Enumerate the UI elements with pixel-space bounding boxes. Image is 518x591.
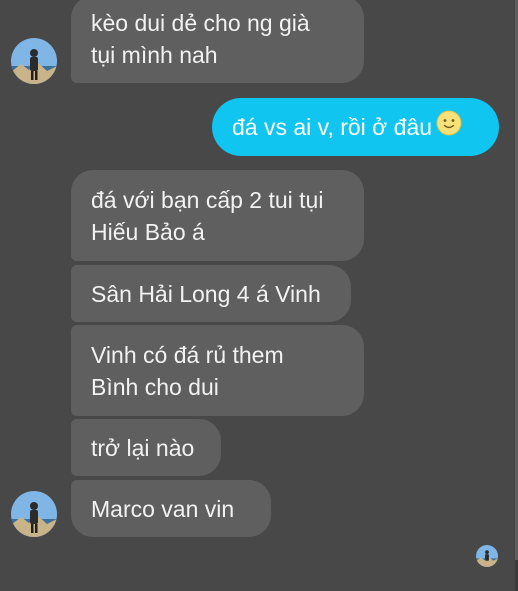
message-bubble-outgoing[interactable]: đá vs ai v, rồi ở đâu <box>212 98 499 156</box>
chat-conversation: kèo dui dẻ cho ng già tụi mình nah đá vs… <box>0 0 518 591</box>
message-text: Hiếu Bảo á <box>91 219 205 245</box>
message-text: Marco van vin <box>91 496 235 522</box>
message-bubble-incoming[interactable]: Sân Hải Long 4 á Vinh <box>71 265 351 322</box>
message-text: Vinh có đá rủ them <box>91 342 284 368</box>
message-text: Bình cho dui <box>91 374 219 400</box>
message-bubble-incoming[interactable]: Marco van vin <box>71 480 271 537</box>
contact-avatar-icon[interactable] <box>11 38 57 84</box>
contact-avatar-icon[interactable] <box>11 491 57 537</box>
message-text: trở lại nào <box>91 435 195 461</box>
message-text: kèo dui dẻ cho ng già <box>91 10 310 36</box>
message-text: đá với bạn cấp 2 tui tụi <box>91 187 324 213</box>
message-bubble-incoming[interactable]: trở lại nào <box>71 419 221 476</box>
message-bubble-incoming[interactable]: đá với bạn cấp 2 tui tụi Hiếu Bảo á <box>71 170 364 261</box>
slightly-smiling-face-icon <box>436 110 462 144</box>
seen-indicator-icon <box>476 545 498 567</box>
message-text: tụi mình nah <box>91 42 218 68</box>
message-bubble-incoming[interactable]: Vinh có đá rủ them Bình cho dui <box>71 325 364 416</box>
message-text: Sân Hải Long 4 á Vinh <box>91 281 321 307</box>
message-text: đá vs ai v, rồi ở đâu <box>232 114 433 140</box>
message-bubble-incoming[interactable]: kèo dui dẻ cho ng già tụi mình nah <box>71 0 364 83</box>
